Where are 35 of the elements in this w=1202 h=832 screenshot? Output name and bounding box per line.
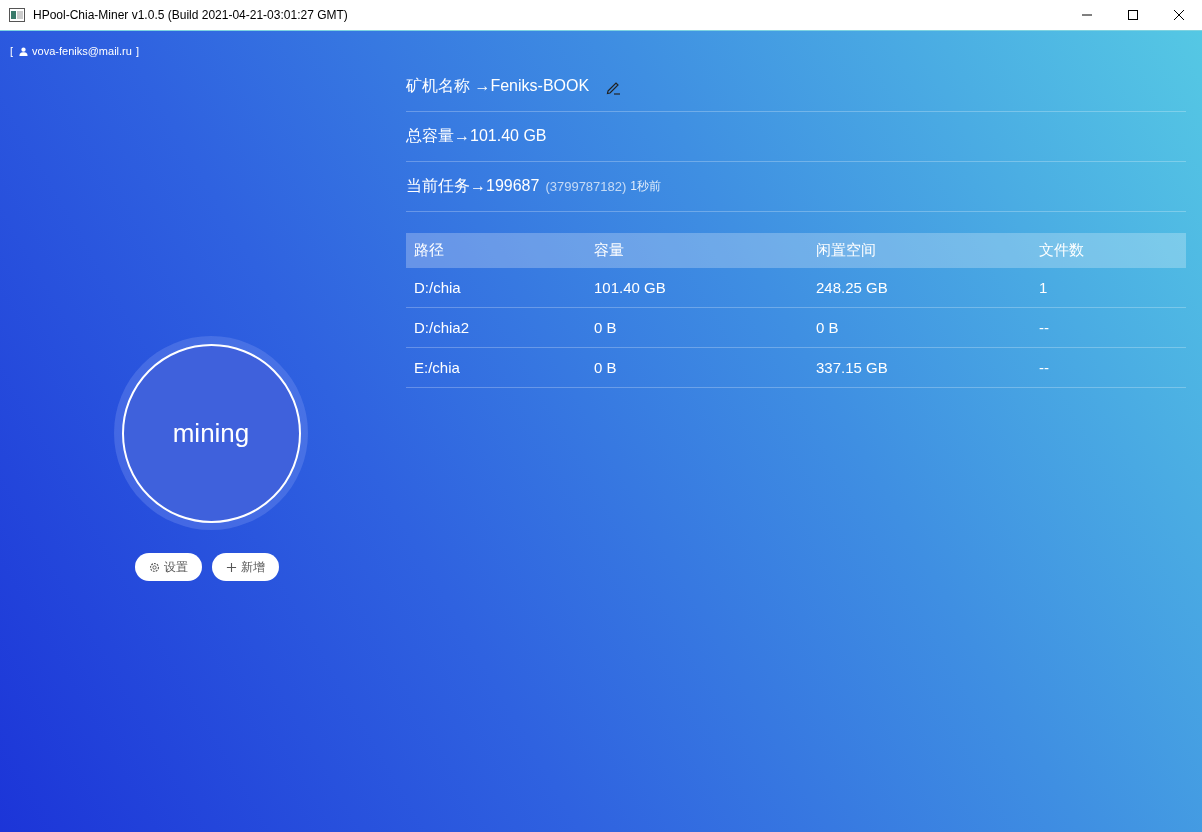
table-cell-text: -- bbox=[1038, 359, 1050, 376]
column-header: 文件数 bbox=[1038, 241, 1085, 260]
table-cell-text: D:/chia2 bbox=[413, 319, 471, 336]
table-cell-text: -- bbox=[1038, 319, 1050, 336]
plus-icon bbox=[226, 561, 237, 573]
info-text: 矿机名称 →Feniks-BOOK bbox=[406, 76, 590, 96]
bracket: [ bbox=[10, 45, 14, 57]
table-cell-text: 337.15 GB bbox=[815, 359, 889, 376]
table-cell-text: 0 B bbox=[593, 359, 618, 376]
table-cell-text: E:/chia bbox=[413, 359, 461, 376]
settings-button[interactable]: 设置 bbox=[135, 553, 202, 581]
gear-icon bbox=[149, 561, 160, 573]
table-cell-text: 0 B bbox=[815, 319, 840, 336]
app-icon bbox=[9, 8, 25, 22]
info-text: 当前任务→199687 bbox=[406, 176, 540, 196]
column-header: 路径 bbox=[413, 241, 445, 260]
status-circle[interactable]: mining bbox=[121, 343, 301, 523]
user-email[interactable]: vova-feniks@mail.ru bbox=[32, 45, 132, 57]
user-icon bbox=[19, 46, 29, 56]
task-time: 1秒前 bbox=[630, 178, 662, 195]
table-cell-text: 248.25 GB bbox=[815, 279, 889, 296]
info-text: 总容量→101.40 GB bbox=[406, 126, 547, 146]
table-cell-text: 101.40 GB bbox=[593, 279, 667, 296]
close-icon bbox=[1173, 9, 1185, 21]
table-cell-text: 0 B bbox=[593, 319, 618, 336]
column-header: 容量 bbox=[593, 241, 625, 260]
window-title: HPool-Chia-Miner v1.0.5 (Build 2021-04-21-03:01:27 GMT) bbox=[33, 8, 349, 22]
status-label: mining bbox=[172, 417, 250, 449]
add-button[interactable]: 新增 bbox=[212, 553, 279, 581]
maximize-icon bbox=[1127, 9, 1139, 21]
table-cell-text: 1 bbox=[1038, 279, 1049, 296]
bracket: ] bbox=[135, 45, 139, 57]
column-header: 闲置空间 bbox=[815, 241, 877, 260]
table-cell-text: D:/chia bbox=[413, 279, 462, 296]
task-id: (3799787182) bbox=[545, 179, 627, 194]
